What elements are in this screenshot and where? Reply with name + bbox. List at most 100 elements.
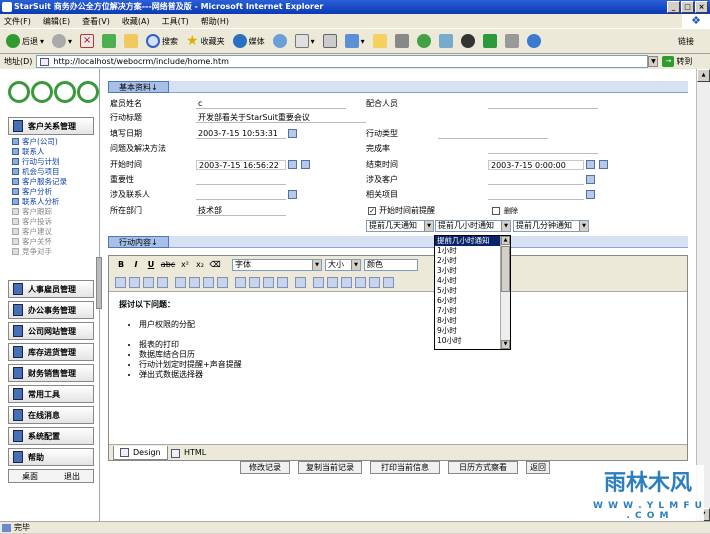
- forward-button[interactable]: ▾: [50, 31, 74, 51]
- superscript-button[interactable]: x²: [179, 259, 191, 271]
- dropdown-option[interactable]: 9小时: [435, 326, 510, 336]
- calendar-view-button[interactable]: 日历方式察看: [448, 461, 518, 474]
- minimize-button[interactable]: _: [667, 1, 680, 13]
- completion-field[interactable]: [488, 144, 598, 154]
- dropdown-option[interactable]: 3小时: [435, 266, 510, 276]
- nav-section-config[interactable]: 系统配置: [8, 427, 94, 445]
- dropdown-option[interactable]: 6小时: [435, 296, 510, 306]
- paste-icon[interactable]: [341, 277, 352, 288]
- search-button[interactable]: 搜索: [144, 31, 180, 51]
- address-dropdown-button[interactable]: ▼: [648, 56, 659, 67]
- address-input[interactable]: http://localhost/webocrm/include/home.ht…: [36, 55, 649, 68]
- fill-date-field[interactable]: 2003-7-15 10:53:31: [196, 129, 286, 139]
- outdent-icon[interactable]: [203, 277, 214, 288]
- action-type-field[interactable]: [438, 129, 548, 139]
- nav-section-crm[interactable]: 客户关系管理: [8, 117, 94, 135]
- search-icon[interactable]: [586, 190, 595, 199]
- nav-item-care[interactable]: 客户关怀: [12, 236, 96, 246]
- tab-design[interactable]: Design: [113, 446, 168, 460]
- customer-field[interactable]: [488, 175, 584, 185]
- nav-item-suggestions[interactable]: 客户建议: [12, 226, 96, 236]
- scroll-down-button[interactable]: ▼: [501, 340, 510, 349]
- tab-action-content[interactable]: 行动内容↓: [108, 236, 169, 248]
- edit-button[interactable]: ▾: [343, 31, 367, 51]
- search-icon[interactable]: [599, 160, 608, 169]
- media-button[interactable]: 媒体: [231, 31, 267, 51]
- go-button[interactable]: → 转到: [662, 56, 692, 67]
- cooperate-field[interactable]: [488, 99, 598, 109]
- dropdown-option[interactable]: 8小时: [435, 316, 510, 326]
- italic-button[interactable]: I: [130, 259, 142, 271]
- project-field[interactable]: [488, 190, 584, 200]
- exit-link[interactable]: 退出: [64, 471, 80, 482]
- qq-button[interactable]: [459, 31, 477, 51]
- nav-item-contact-analysis[interactable]: 联系人分析: [12, 196, 96, 206]
- copy-record-button[interactable]: 复制当前记录: [298, 461, 362, 474]
- unlink-icon[interactable]: [249, 277, 260, 288]
- nav-item-customer-company[interactable]: 客户(公司): [12, 136, 96, 146]
- ordered-list-icon[interactable]: [175, 277, 186, 288]
- close-button[interactable]: ×: [695, 1, 708, 13]
- nav-section-website[interactable]: 公司网站管理: [8, 322, 94, 340]
- history-button[interactable]: [271, 31, 289, 51]
- bold-button[interactable]: B: [115, 259, 127, 271]
- maximize-button[interactable]: □: [681, 1, 694, 13]
- strikethrough-button[interactable]: abc: [160, 259, 176, 271]
- table-icon[interactable]: [277, 277, 288, 288]
- dropdown-option[interactable]: 10小时: [435, 336, 510, 346]
- remind-checkbox[interactable]: ✓: [368, 207, 376, 215]
- links-label[interactable]: 链接: [678, 36, 694, 47]
- nav-section-messages[interactable]: 在线消息: [8, 406, 94, 424]
- remind-hours-select[interactable]: 提前几小时通知 ▼: [435, 220, 511, 232]
- menu-edit[interactable]: 编辑(E): [43, 16, 70, 27]
- menu-file[interactable]: 文件(F): [4, 16, 31, 27]
- tab-html[interactable]: HTML: [165, 446, 212, 460]
- dropdown-option[interactable]: 2小时: [435, 256, 510, 266]
- cut-icon[interactable]: [313, 277, 324, 288]
- sidebar-splitter-handle[interactable]: [96, 257, 102, 309]
- print-icon[interactable]: [383, 277, 394, 288]
- underline-button[interactable]: U: [145, 259, 157, 271]
- nav-item-opportunities[interactable]: 机会与项目: [12, 166, 96, 176]
- back-button[interactable]: 返回: [526, 461, 550, 474]
- copy-icon[interactable]: [327, 277, 338, 288]
- nav-item-customer-analysis[interactable]: 客户分析: [12, 186, 96, 196]
- end-time-field[interactable]: 2003-7-15 0:00:00: [488, 160, 584, 170]
- dropdown-scrollbar[interactable]: ▲ ▼: [500, 236, 510, 349]
- dropdown-option[interactable]: 1小时: [435, 246, 510, 256]
- print-info-button[interactable]: 打印当前信息: [370, 461, 440, 474]
- align-right-icon[interactable]: [143, 277, 154, 288]
- nav-item-contacts[interactable]: 联系人: [12, 146, 96, 156]
- eraser-icon[interactable]: ⌫: [209, 259, 221, 271]
- undo-icon[interactable]: [355, 277, 366, 288]
- dropdown-option[interactable]: 4小时: [435, 276, 510, 286]
- remind-days-select[interactable]: 提前几天通知 ▼: [366, 220, 434, 232]
- scroll-up-button[interactable]: ▲: [697, 69, 710, 82]
- edit-record-button[interactable]: 修改记录: [240, 461, 290, 474]
- menu-favorites[interactable]: 收藏(A): [122, 16, 150, 27]
- cancel-checkbox[interactable]: [492, 207, 500, 215]
- font-select[interactable]: 字体 ▼: [232, 259, 322, 271]
- image-icon[interactable]: [263, 277, 274, 288]
- contacts-field[interactable]: [196, 190, 286, 200]
- refresh-button[interactable]: [100, 31, 118, 51]
- color-select[interactable]: 颜色: [364, 259, 418, 271]
- unordered-list-icon[interactable]: [189, 277, 200, 288]
- desktop-link[interactable]: 桌面: [22, 471, 38, 482]
- link-icon[interactable]: [235, 277, 246, 288]
- scroll-thumb[interactable]: [501, 246, 510, 292]
- nav-section-tools[interactable]: 常用工具: [8, 385, 94, 403]
- employee-field[interactable]: c: [196, 99, 346, 109]
- menu-view[interactable]: 查看(V): [82, 16, 110, 27]
- ute-button[interactable]: [481, 31, 499, 51]
- action-title-field[interactable]: 开发部看关于StarSuit重要会议: [196, 113, 366, 123]
- back-button[interactable]: 后退 ▾: [4, 31, 46, 51]
- nav-section-inventory[interactable]: 库存进货管理: [8, 343, 94, 361]
- tab-basic-info[interactable]: 基本资料↓: [108, 81, 169, 93]
- search-icon[interactable]: [301, 160, 310, 169]
- page-scrollbar[interactable]: ▲ ▼: [696, 69, 710, 521]
- dept-field[interactable]: 技术部: [196, 206, 286, 216]
- nav-item-complaints[interactable]: 客户投诉: [12, 216, 96, 226]
- importance-field[interactable]: [196, 175, 286, 185]
- research-button[interactable]: [437, 31, 455, 51]
